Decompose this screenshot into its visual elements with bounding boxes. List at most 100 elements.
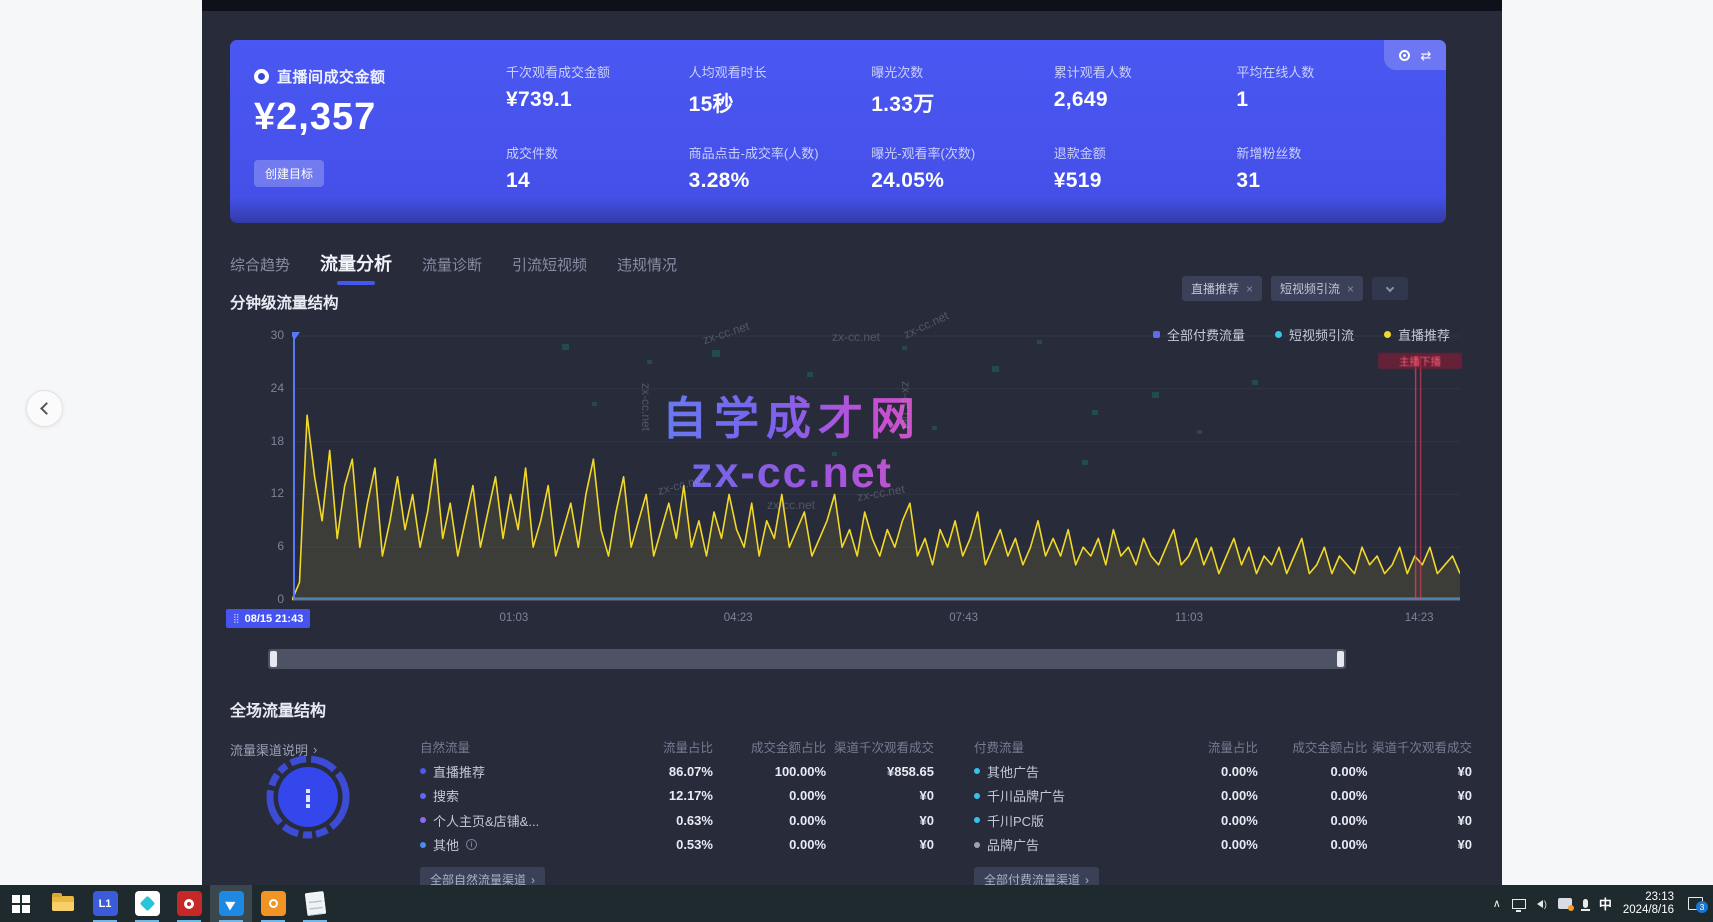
row-value: 0.53% bbox=[610, 837, 713, 852]
table-header: 自然流量流量占比成交金额占比渠道千次观看成交 bbox=[420, 733, 934, 759]
snip-tool-icon[interactable] bbox=[1558, 898, 1572, 909]
slider-right-handle[interactable] bbox=[1337, 651, 1344, 667]
tab-流量分析[interactable]: 流量分析 bbox=[320, 250, 392, 276]
orange-app-icon bbox=[261, 891, 286, 916]
row-value: 0.00% bbox=[713, 813, 826, 828]
table-row: 其他广告0.00%0.00%¥0 bbox=[974, 759, 1472, 784]
taskbar-clock[interactable]: 23:13 2024/8/16 bbox=[1623, 891, 1674, 917]
channel-label: 其他 bbox=[433, 835, 459, 854]
slider-left-handle[interactable] bbox=[270, 651, 277, 667]
tab-流量诊断[interactable]: 流量诊断 bbox=[422, 254, 482, 275]
info-icon[interactable]: i bbox=[466, 839, 477, 850]
channel-label: 个人主页&店铺&... bbox=[433, 811, 539, 830]
metric-cell: 商品点击-成交率(人数)3.28% bbox=[689, 143, 864, 193]
l1-app-icon: L1 bbox=[93, 891, 118, 916]
table-header: 付费流量流量占比成交金额占比渠道千次观看成交 bbox=[974, 733, 1472, 759]
row-channel-name: 千川PC版 bbox=[974, 811, 1158, 830]
x-tick-label: 07:43 bbox=[934, 612, 994, 624]
table-row: 千川PC版0.00%0.00%¥0 bbox=[974, 808, 1472, 833]
overall-structure-title: 全场流量结构 bbox=[230, 697, 326, 721]
y-tick-label: 0 bbox=[250, 592, 284, 606]
taskbar-app-notepad[interactable] bbox=[294, 885, 336, 922]
back-arrow-button[interactable] bbox=[26, 390, 63, 427]
metric-cell: 曝光次数1.33万 bbox=[871, 62, 1046, 118]
swap-icon[interactable]: ⇄ bbox=[1421, 49, 1432, 62]
row-value: ¥0 bbox=[826, 788, 934, 803]
taskbar-file-explorer[interactable] bbox=[42, 885, 84, 922]
taskbar-app-meeting[interactable] bbox=[126, 885, 168, 922]
table-row: 直播推荐86.07%100.00%¥858.65 bbox=[420, 759, 934, 784]
metric-label: 累计观看人数 bbox=[1054, 62, 1229, 81]
windows-taskbar: L1 ∧ ) 中 23:13 2024/8/16 3 bbox=[0, 885, 1713, 922]
chart-canvas bbox=[292, 330, 1460, 602]
taskbar-app-l1[interactable]: L1 bbox=[84, 885, 126, 922]
remove-tag-icon[interactable]: × bbox=[1347, 282, 1354, 296]
x-tick-label: 11:03 bbox=[1159, 612, 1219, 624]
chevron-right-icon: › bbox=[1085, 873, 1089, 886]
row-value: 0.00% bbox=[1158, 764, 1258, 779]
metric-value: 3.28% bbox=[689, 169, 864, 193]
ime-indicator[interactable]: 中 bbox=[1599, 894, 1612, 913]
y-tick-label: 30 bbox=[250, 328, 284, 342]
metric-value: 1 bbox=[1236, 88, 1411, 112]
row-channel-name: 品牌广告 bbox=[974, 835, 1158, 854]
taskbar-app-live-companion[interactable] bbox=[210, 885, 252, 922]
table-row: 其他 i 0.53%0.00%¥0 bbox=[420, 833, 934, 858]
row-channel-name: 其他广告 bbox=[974, 762, 1158, 781]
notification-badge: 3 bbox=[1696, 901, 1708, 913]
metric-label: 曝光-观看率(次数) bbox=[871, 143, 1046, 162]
traffic-line-chart[interactable] bbox=[292, 330, 1460, 602]
banner-title: 直播间成交金额 bbox=[277, 66, 386, 87]
metric-label: 人均观看时长 bbox=[689, 62, 864, 81]
row-value: 100.00% bbox=[713, 764, 826, 779]
traffic-donut-chart[interactable] bbox=[264, 753, 352, 841]
filter-tag[interactable]: 短视频引流× bbox=[1271, 276, 1363, 301]
x-tick-label: 01:03 bbox=[484, 612, 544, 624]
channel-dot bbox=[420, 768, 426, 774]
notification-center-icon[interactable]: 3 bbox=[1688, 897, 1703, 910]
row-value: 0.00% bbox=[1258, 764, 1368, 779]
taskbar-app-orange[interactable] bbox=[252, 885, 294, 922]
taskbar-app-browser-red[interactable] bbox=[168, 885, 210, 922]
footer-label: 全部自然流量渠道 bbox=[430, 871, 526, 885]
clock-time: 23:13 bbox=[1623, 891, 1674, 904]
page: { "banner": { "title": "直播间成交金额", "value… bbox=[0, 0, 1713, 922]
filter-tag[interactable]: 直播推荐× bbox=[1182, 276, 1262, 301]
settings-gear-icon[interactable] bbox=[1399, 50, 1410, 61]
volume-icon[interactable]: ) bbox=[1537, 899, 1547, 909]
stream-end-label: 主播下播 bbox=[1399, 354, 1441, 369]
network-icon[interactable] bbox=[1512, 899, 1526, 909]
folder-icon bbox=[52, 896, 74, 911]
target-icon bbox=[254, 69, 269, 84]
timeline-start-badge[interactable]: ⣿ 08/15 21:43 bbox=[226, 609, 310, 628]
tab-综合趋势[interactable]: 综合趋势 bbox=[230, 254, 290, 275]
remove-tag-icon[interactable]: × bbox=[1246, 282, 1253, 296]
create-goal-button[interactable]: 创建目标 bbox=[254, 160, 324, 187]
table-footer-link[interactable]: 全部自然流量渠道› bbox=[420, 867, 545, 885]
timeline-range-slider[interactable] bbox=[268, 649, 1346, 669]
window-top-edge bbox=[202, 0, 1502, 11]
row-channel-name: 其他 i bbox=[420, 835, 610, 854]
y-tick-label: 24 bbox=[250, 381, 284, 395]
metric-value: 2,649 bbox=[1054, 88, 1229, 112]
microphone-icon[interactable] bbox=[1583, 899, 1588, 908]
start-button[interactable] bbox=[0, 885, 42, 922]
chart-title: 分钟级流量结构 bbox=[230, 291, 339, 313]
metric-cell: 退款金额¥519 bbox=[1054, 143, 1229, 193]
filter-dropdown[interactable] bbox=[1372, 277, 1408, 300]
metric-label: 退款金额 bbox=[1054, 143, 1229, 162]
channel-dot bbox=[974, 793, 980, 799]
tray-expand-icon[interactable]: ∧ bbox=[1493, 897, 1501, 910]
column-header: 成交金额占比 bbox=[713, 737, 826, 756]
meeting-app-icon bbox=[135, 891, 160, 916]
row-value: ¥0 bbox=[826, 837, 934, 852]
table-row: 品牌广告0.00%0.00%¥0 bbox=[974, 833, 1472, 858]
row-value: 0.00% bbox=[713, 837, 826, 852]
row-value: 0.00% bbox=[713, 788, 826, 803]
metrics-grid: 千次观看成交金额¥739.1人均观看时长15秒曝光次数1.33万累计观看人数2,… bbox=[506, 62, 1411, 193]
table-footer-link[interactable]: 全部付费流量渠道› bbox=[974, 867, 1099, 885]
tab-引流短视频[interactable]: 引流短视频 bbox=[512, 254, 587, 275]
y-tick-label: 6 bbox=[250, 539, 284, 553]
windows-logo-icon bbox=[12, 895, 30, 913]
tab-违规情况[interactable]: 违规情况 bbox=[617, 254, 677, 275]
